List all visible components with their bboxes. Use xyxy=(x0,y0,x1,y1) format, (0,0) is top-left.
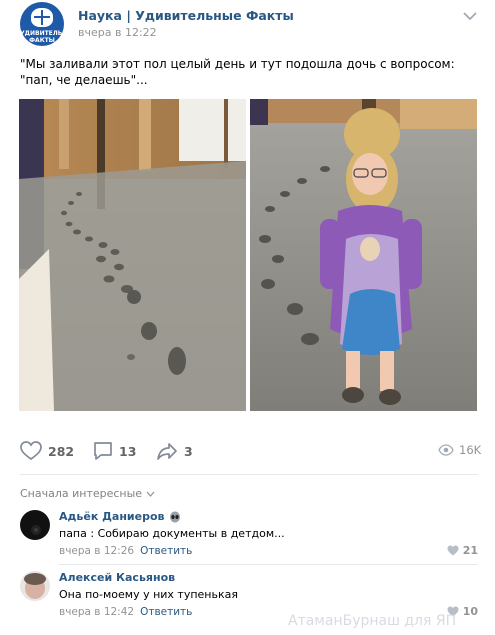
comment-author-link[interactable]: Алексей Касьянов xyxy=(59,571,175,584)
heart-icon xyxy=(20,441,42,461)
post-text: "Мы заливали этот пол целый день и тут п… xyxy=(20,57,455,87)
group-avatar[interactable]: УДИВИТЕЛЬНЫЕ ФАКТЫ xyxy=(20,2,64,46)
post-action-bar: 282 13 3 16K xyxy=(20,438,481,464)
post-photos xyxy=(19,99,477,411)
share-button[interactable]: 3 xyxy=(156,441,193,461)
like-count: 282 xyxy=(48,443,75,459)
alien-emoji-icon xyxy=(169,511,180,522)
views-count: 16K xyxy=(459,443,482,457)
comment-bubble-icon xyxy=(94,442,112,460)
comments-sort-toggle[interactable]: Сначала интересные xyxy=(20,487,155,500)
like-button[interactable]: 282 xyxy=(20,441,74,461)
group-name-link[interactable]: Наука | Удивительные Факты xyxy=(78,8,294,23)
chevron-down-icon xyxy=(146,491,155,497)
sort-label: Сначала интересные xyxy=(20,487,143,500)
comment-text: Она по-моему у них тупенькая xyxy=(59,588,238,601)
views-counter: 16K xyxy=(438,443,481,457)
divider xyxy=(20,474,478,475)
brain-icon xyxy=(31,8,53,27)
share-count: 3 xyxy=(184,443,193,459)
comment-item: Адьёк Даниеров папа : Собираю документы … xyxy=(20,510,478,570)
girl-on-concrete-floor-photo[interactable] xyxy=(250,99,477,411)
comment-author-name: Адьёк Даниеров xyxy=(59,510,165,523)
comment-count: 13 xyxy=(119,443,137,459)
comment-time[interactable]: вчера в 12:42 xyxy=(59,606,134,618)
heart-icon xyxy=(447,545,459,556)
comment-like-count: 10 xyxy=(462,605,478,618)
chevron-down-icon[interactable] xyxy=(462,10,478,22)
comment-button[interactable]: 13 xyxy=(93,441,136,461)
comment-like-count: 21 xyxy=(462,544,478,557)
comment-meta: вчера в 12:26 Ответить xyxy=(59,545,192,557)
post-header: УДИВИТЕЛЬНЫЕ ФАКТЫ Наука | Удивительные … xyxy=(20,2,480,46)
comment-author-link[interactable]: Адьёк Даниеров xyxy=(59,510,181,523)
concrete-floor-footprints-photo[interactable] xyxy=(19,99,246,411)
commenter-avatar[interactable] xyxy=(20,571,50,601)
comment-like-button[interactable]: 21 xyxy=(447,544,478,557)
reply-link[interactable]: Ответить xyxy=(140,606,192,618)
eye-icon xyxy=(438,444,454,456)
watermark: АтаманБурнаш для ЯП xyxy=(288,613,457,629)
commenter-avatar[interactable] xyxy=(20,510,50,540)
share-arrow-icon xyxy=(157,443,177,460)
post-time-link[interactable]: вчера в 12:22 xyxy=(78,26,157,39)
comment-text: папа : Собираю документы в детдом... xyxy=(59,527,285,540)
reply-link[interactable]: Ответить xyxy=(140,545,192,557)
comment-author-name: Алексей Касьянов xyxy=(59,571,176,584)
divider xyxy=(59,564,478,565)
group-avatar-logo-text: УДИВИТЕЛЬНЫЕ ФАКТЫ xyxy=(20,30,64,44)
comment-meta: вчера в 12:42 Ответить xyxy=(59,606,192,618)
comment-time[interactable]: вчера в 12:26 xyxy=(59,545,134,557)
